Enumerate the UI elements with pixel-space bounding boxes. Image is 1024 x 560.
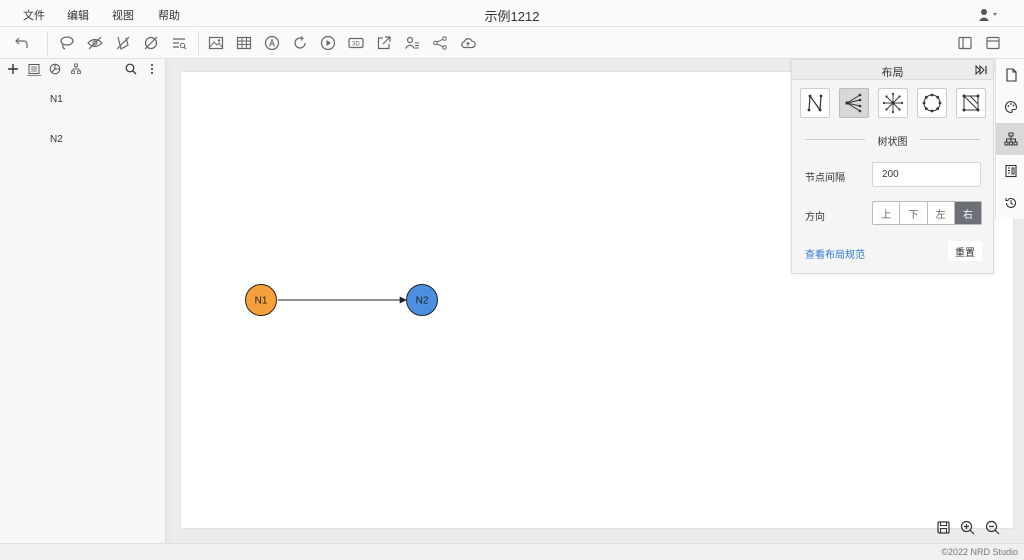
node-list-panel: N1 N2 [0, 59, 166, 543]
search-graph-icon[interactable] [170, 34, 188, 52]
pie-chart-icon[interactable] [48, 62, 62, 76]
node-spacing-input[interactable] [872, 162, 981, 187]
direction-right-button[interactable]: 右 [954, 202, 981, 224]
graph-node[interactable]: N2 [406, 284, 438, 316]
node-label: N1 [255, 296, 268, 307]
save-icon[interactable] [934, 518, 952, 536]
toolbar: 3D [0, 27, 1024, 59]
list-item[interactable]: N1 [50, 94, 63, 105]
node-label: N2 [416, 296, 429, 307]
force-layout-icon[interactable] [800, 88, 830, 118]
graph-node[interactable]: N1 [245, 284, 277, 316]
layout-icon[interactable] [996, 123, 1024, 155]
document-icon[interactable] [996, 59, 1024, 91]
hide-icon[interactable] [86, 34, 104, 52]
svg-text:3D: 3D [352, 41, 360, 47]
share-icon[interactable] [431, 34, 449, 52]
chevron-down-icon [993, 13, 997, 16]
search-icon[interactable] [124, 62, 138, 76]
layout-spec-link[interactable]: 查看布局规范 [805, 246, 865, 261]
cloud-upload-icon[interactable] [459, 34, 477, 52]
zoom-in-icon[interactable] [958, 518, 976, 536]
image-icon[interactable] [207, 34, 225, 52]
show-hidden-icon[interactable] [114, 34, 132, 52]
window-icon[interactable] [984, 34, 1002, 52]
direction-label: 方向 [805, 212, 825, 223]
undo-icon[interactable] [13, 34, 31, 52]
play-icon[interactable] [319, 34, 337, 52]
node-list-toolbar [0, 59, 166, 79]
divider [920, 139, 980, 140]
layout-section-title: 树状图 [877, 137, 908, 148]
export-icon[interactable] [375, 34, 393, 52]
direction-up-button[interactable]: 上 [873, 202, 901, 224]
list-item[interactable]: N2 [50, 134, 63, 145]
reset-button[interactable]: 重置 [948, 241, 982, 261]
layout-panel-title: 布局 [881, 67, 904, 79]
menu-file[interactable]: 文件 [23, 7, 45, 23]
document-title: 示例1212 [484, 9, 540, 24]
circle-layout-icon[interactable] [917, 88, 947, 118]
grid-layout-icon[interactable] [956, 88, 986, 118]
copyright-text: ©2022 NRD Studio [941, 547, 1018, 557]
status-bar: ©2022 NRD Studio [0, 543, 1024, 560]
collapse-panel-icon[interactable] [975, 64, 989, 76]
radial-layout-icon[interactable] [878, 88, 908, 118]
menu-edit[interactable]: 编辑 [67, 7, 89, 23]
right-tool-strip [995, 59, 1024, 219]
stats-icon[interactable] [996, 155, 1024, 187]
more-icon[interactable] [145, 62, 159, 76]
direction-selector: 上 下 左 右 [872, 201, 982, 225]
user-icon [979, 9, 997, 21]
tree-layout-icon[interactable] [839, 88, 869, 118]
history-icon[interactable] [996, 187, 1024, 219]
community-icon[interactable] [403, 34, 421, 52]
layout-panel: 布局 树状图 节点间隔 方向 上 下 左 右 查看布局规范 重置 [791, 59, 994, 274]
text-annotation-icon[interactable] [263, 34, 281, 52]
palette-icon[interactable] [996, 91, 1024, 123]
menu-bar: 文件 编辑 视图 帮助 示例1212 [0, 0, 1024, 27]
user-menu[interactable] [978, 8, 1000, 22]
refresh-icon[interactable] [291, 34, 309, 52]
direction-left-button[interactable]: 左 [928, 202, 955, 224]
direction-down-button[interactable]: 下 [900, 202, 928, 224]
spacing-label: 节点间隔 [805, 173, 845, 184]
add-icon[interactable] [6, 62, 20, 76]
menu-help[interactable]: 帮助 [158, 7, 180, 23]
clear-icon[interactable] [142, 34, 160, 52]
sidebar-toggle-icon[interactable] [956, 34, 974, 52]
3d-icon[interactable]: 3D [347, 34, 365, 52]
menu-view[interactable]: 视图 [112, 7, 134, 23]
tree-view-icon[interactable] [69, 62, 83, 76]
table-icon[interactable] [235, 34, 253, 52]
zoom-out-icon[interactable] [983, 518, 1001, 536]
lasso-icon[interactable] [58, 34, 76, 52]
list-view-icon[interactable] [27, 62, 41, 76]
layout-panel-header: 布局 [792, 60, 993, 80]
